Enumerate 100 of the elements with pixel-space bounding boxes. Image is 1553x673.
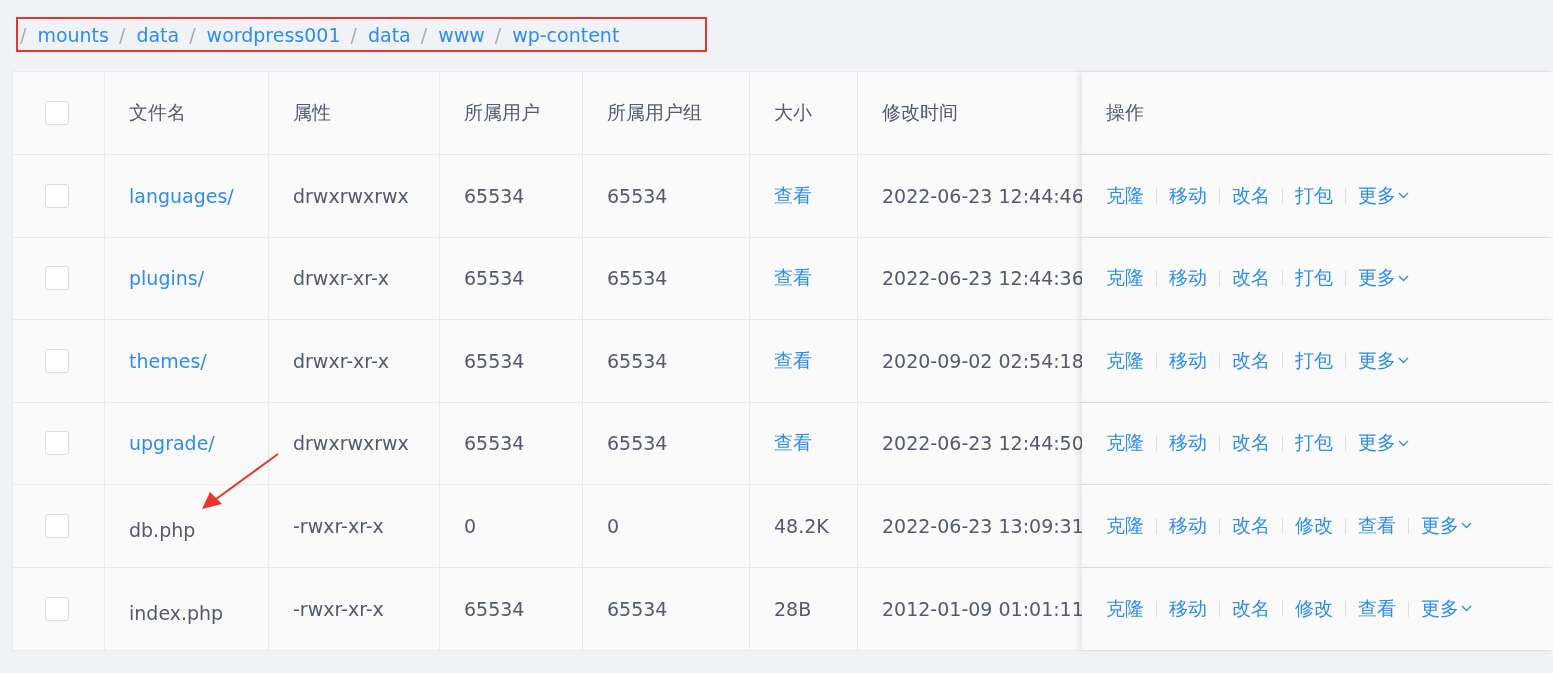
owner-text: 65534 <box>464 432 525 455</box>
action-link[interactable]: 改名 <box>1232 595 1270 622</box>
modified-time: 2022-06-23 12:44:36 <box>882 267 1084 290</box>
modified-time: 2012-01-09 01:01:11 <box>882 597 1084 620</box>
chevron-down-icon <box>1398 274 1409 282</box>
breadcrumb-separator: / <box>350 23 357 46</box>
owner-text: 65534 <box>464 597 525 620</box>
folder-link[interactable]: plugins/ <box>129 267 205 290</box>
action-link[interactable]: 克隆 <box>1106 347 1144 374</box>
view-size-link[interactable]: 查看 <box>774 430 812 457</box>
breadcrumb-separator: / <box>420 23 428 46</box>
action-link[interactable]: 修改 <box>1295 595 1333 622</box>
action-link[interactable]: 改名 <box>1232 265 1270 292</box>
action-link[interactable]: 移动 <box>1169 347 1207 374</box>
owner-text: 65534 <box>464 349 525 372</box>
row-checkbox[interactable] <box>45 183 69 208</box>
column-header: 操作 <box>1106 100 1144 125</box>
action-link[interactable]: 改名 <box>1232 182 1270 209</box>
action-link[interactable]: 移动 <box>1169 430 1207 457</box>
column-header: 所属用户组 <box>607 100 702 125</box>
row-checkbox[interactable] <box>45 348 69 373</box>
more-dropdown[interactable]: 更多 <box>1358 265 1409 292</box>
row-checkbox[interactable] <box>45 513 69 538</box>
view-size-link[interactable]: 查看 <box>774 347 812 374</box>
group-text: 65534 <box>607 349 668 372</box>
action-link[interactable]: 打包 <box>1295 347 1333 374</box>
action-link[interactable]: 改名 <box>1232 347 1270 374</box>
breadcrumb-separator: / <box>119 23 126 46</box>
action-link[interactable]: 克隆 <box>1106 265 1144 292</box>
folder-link[interactable]: themes/ <box>129 349 207 372</box>
folder-link[interactable]: upgrade/ <box>129 432 215 455</box>
view-size-link[interactable]: 查看 <box>774 265 812 292</box>
action-link[interactable]: 克隆 <box>1106 430 1144 457</box>
permissions-text: -rwxr-xr-x <box>293 514 384 537</box>
file-name: db.php <box>129 518 196 541</box>
breadcrumb-separator: / <box>20 23 27 46</box>
chevron-down-icon <box>1398 192 1409 200</box>
column-header: 属性 <box>293 100 331 125</box>
action-link[interactable]: 移动 <box>1169 512 1207 539</box>
action-link[interactable]: 打包 <box>1295 265 1333 292</box>
row-checkbox[interactable] <box>45 596 69 621</box>
chevron-down-icon <box>1461 522 1472 530</box>
owner-text: 65534 <box>464 184 525 207</box>
breadcrumb-separator: / <box>494 23 502 46</box>
action-link[interactable]: 克隆 <box>1106 595 1144 622</box>
more-dropdown[interactable]: 更多 <box>1358 430 1409 457</box>
action-link[interactable]: 打包 <box>1295 182 1333 209</box>
group-text: 65534 <box>607 432 668 455</box>
permissions-text: drwxr-xr-x <box>293 349 390 372</box>
action-link[interactable]: 移动 <box>1169 265 1207 292</box>
breadcrumb-link[interactable]: mounts <box>37 23 109 46</box>
chevron-down-icon <box>1398 439 1409 447</box>
action-link[interactable]: 改名 <box>1232 512 1270 539</box>
owner-text: 65534 <box>464 267 525 290</box>
column-header: 所属用户 <box>464 100 540 125</box>
permissions-text: -rwxr-xr-x <box>293 597 384 620</box>
action-link[interactable]: 查看 <box>1358 512 1396 539</box>
modified-time: 2020-09-02 02:54:18 <box>882 349 1084 372</box>
folder-link[interactable]: languages/ <box>129 184 234 207</box>
action-link[interactable]: 移动 <box>1169 182 1207 209</box>
permissions-text: drwxr-xr-x <box>293 267 390 290</box>
modified-time: 2022-06-23 12:44:50 <box>882 432 1084 455</box>
view-size-link[interactable]: 查看 <box>774 182 812 209</box>
more-dropdown[interactable]: 更多 <box>1358 182 1409 209</box>
row-checkbox[interactable] <box>45 431 69 456</box>
breadcrumb-separator: / <box>189 23 196 46</box>
action-link[interactable]: 修改 <box>1295 512 1333 539</box>
modified-time: 2022-06-23 12:44:46 <box>882 184 1084 207</box>
breadcrumb-link[interactable]: www <box>438 23 485 46</box>
file-name: index.php <box>129 601 224 624</box>
modified-time: 2022-06-23 13:09:31 <box>882 514 1084 537</box>
chevron-down-icon <box>1461 605 1472 613</box>
action-link[interactable]: 查看 <box>1358 595 1396 622</box>
size-text: 48.2K <box>774 514 829 537</box>
permissions-text: drwxrwxrwx <box>293 184 409 207</box>
action-link[interactable]: 移动 <box>1169 595 1207 622</box>
column-header: 修改时间 <box>882 100 958 125</box>
group-text: 65534 <box>607 267 668 290</box>
action-link[interactable]: 改名 <box>1232 430 1270 457</box>
owner-text: 0 <box>464 514 477 537</box>
more-dropdown[interactable]: 更多 <box>1421 512 1472 539</box>
breadcrumb-link[interactable]: wordpress001 <box>206 23 341 46</box>
action-link[interactable]: 克隆 <box>1106 512 1144 539</box>
breadcrumb-link[interactable]: wp-content <box>512 23 620 46</box>
more-dropdown[interactable]: 更多 <box>1421 595 1472 622</box>
chevron-down-icon <box>1398 357 1409 365</box>
row-checkbox[interactable] <box>45 266 69 291</box>
column-header: 大小 <box>774 100 812 125</box>
group-text: 65534 <box>607 597 668 620</box>
group-text: 0 <box>607 514 620 537</box>
permissions-text: drwxrwxrwx <box>293 432 409 455</box>
column-header: 文件名 <box>129 100 186 125</box>
group-text: 65534 <box>607 184 668 207</box>
select-all-checkbox[interactable] <box>45 101 69 125</box>
action-link[interactable]: 打包 <box>1295 430 1333 457</box>
size-text: 28B <box>774 597 812 620</box>
action-link[interactable]: 克隆 <box>1106 182 1144 209</box>
more-dropdown[interactable]: 更多 <box>1358 347 1409 374</box>
breadcrumb-link[interactable]: data <box>136 23 180 46</box>
breadcrumb-link[interactable]: data <box>367 23 411 46</box>
